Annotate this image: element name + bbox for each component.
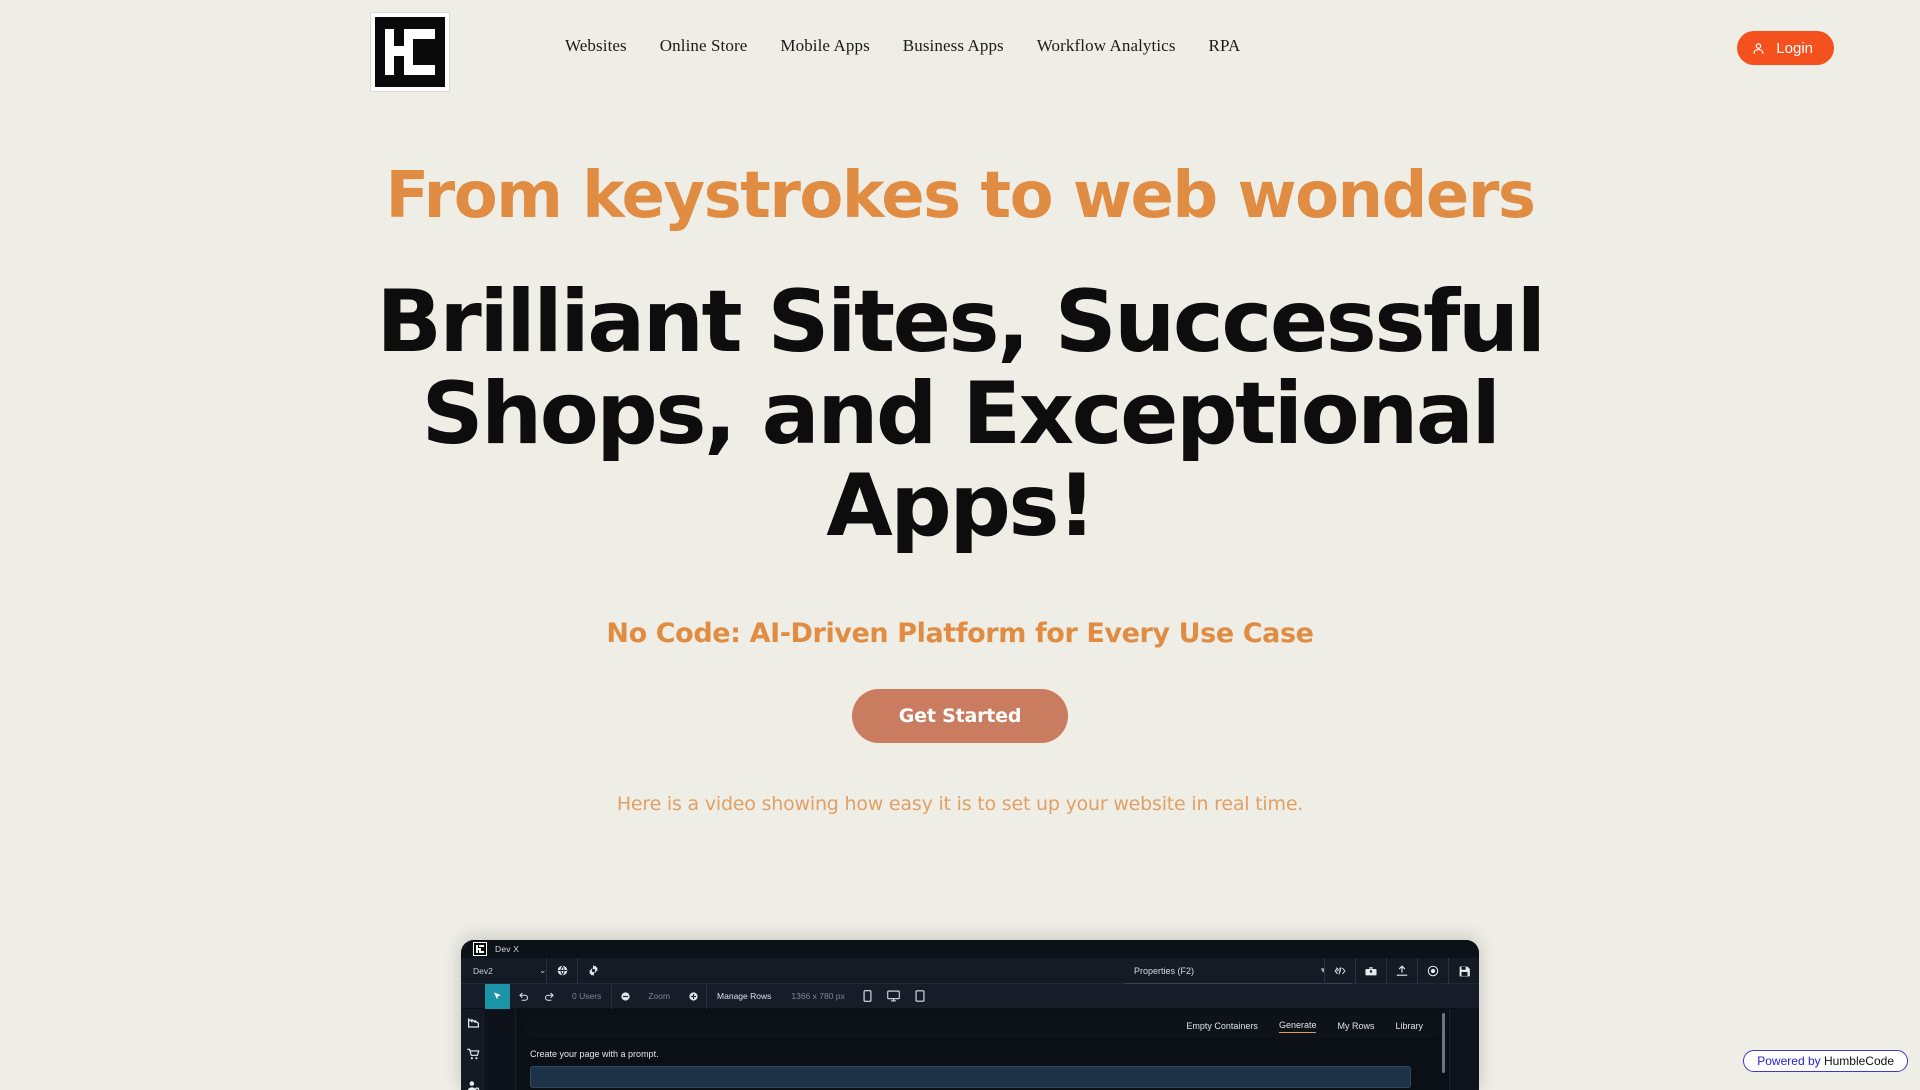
hero-eyebrow: From keystrokes to web wonders — [0, 164, 1920, 228]
hero-section: From keystrokes to web wonders Brilliant… — [0, 108, 1920, 815]
nav-item-websites[interactable]: Websites — [565, 36, 627, 56]
app-titlebar: Dev X — [461, 940, 1479, 958]
get-started-button[interactable]: Get Started — [852, 689, 1069, 743]
app-name-label: Dev X — [495, 944, 519, 954]
pointer-tool-button[interactable] — [485, 984, 510, 1009]
project-selector[interactable]: Dev2 ⌄ — [461, 965, 546, 976]
canvas-size-label: 1366 x 780 px — [781, 991, 854, 1001]
user-settings-icon[interactable] — [467, 1080, 480, 1090]
app-canvas: Empty Containers Generate My Rows Librar… — [516, 1009, 1449, 1090]
brand-logo[interactable] — [371, 13, 449, 91]
shopping-cart-icon[interactable] — [467, 1048, 480, 1066]
analytics-icon[interactable] — [467, 1016, 480, 1034]
toolbox-icon[interactable] — [1355, 958, 1386, 984]
undo-icon[interactable] — [510, 984, 536, 1009]
app-toolbar-row1: Dev2 ⌄ Properties (F2) ▾ ✕ — [461, 958, 1479, 984]
app-left-rail — [461, 1009, 486, 1090]
chevron-down-icon: ⌄ — [539, 965, 547, 976]
upload-icon[interactable] — [1386, 958, 1417, 984]
primary-navigation: Websites Online Store Mobile Apps Busine… — [565, 36, 1240, 56]
tab-my-rows[interactable]: My Rows — [1337, 1021, 1374, 1033]
zoom-label: Zoom — [638, 991, 680, 1001]
phone-icon[interactable] — [855, 984, 881, 1009]
globe-icon[interactable] — [547, 965, 577, 976]
app-tabs: Empty Containers Generate My Rows Librar… — [524, 1015, 1441, 1038]
canvas-scrollbar[interactable] — [1442, 1013, 1445, 1073]
properties-panel-header: Properties (F2) ▾ ✕ — [1124, 958, 1352, 984]
cta-container: Get Started — [0, 689, 1920, 743]
nav-item-mobile-apps[interactable]: Mobile Apps — [780, 36, 869, 56]
app-toolbar-row2: 0 Users Zoom Manage Rows 1366 x 780 px — [461, 984, 1479, 1009]
save-icon[interactable] — [1448, 958, 1479, 984]
manage-rows-button[interactable]: Manage Rows — [707, 991, 781, 1001]
nav-item-online-store[interactable]: Online Store — [660, 36, 748, 56]
code-icon[interactable] — [1324, 958, 1355, 984]
site-header: Websites Online Store Mobile Apps Busine… — [0, 0, 1920, 108]
desktop-icon[interactable] — [881, 984, 907, 1009]
nav-item-workflow-analytics[interactable]: Workflow Analytics — [1037, 36, 1176, 56]
app-logo-icon — [473, 942, 487, 956]
tab-library[interactable]: Library — [1395, 1021, 1423, 1033]
tab-empty-containers[interactable]: Empty Containers — [1186, 1021, 1258, 1033]
powered-by-prefix: Powered by — [1757, 1054, 1824, 1068]
app-right-pane — [1449, 1009, 1479, 1090]
preview-eye-icon[interactable] — [1417, 958, 1448, 984]
app-body: Empty Containers Generate My Rows Librar… — [461, 1009, 1479, 1090]
app-secondary-rail — [486, 1009, 516, 1090]
tab-generate[interactable]: Generate — [1279, 1020, 1317, 1033]
project-name-label: Dev2 — [473, 966, 493, 976]
login-button[interactable]: Login — [1737, 31, 1834, 65]
prompt-input[interactable] — [530, 1066, 1411, 1088]
page-title: Brilliant Sites, Successful Shops, and E… — [0, 276, 1920, 552]
redo-icon[interactable] — [536, 984, 562, 1009]
powered-by-badge[interactable]: Powered by HumbleCode — [1743, 1050, 1908, 1072]
app-action-icons — [1324, 958, 1479, 984]
zoom-in-icon[interactable] — [680, 984, 706, 1009]
powered-by-brand: HumbleCode — [1824, 1054, 1894, 1068]
nav-item-rpa[interactable]: RPA — [1209, 36, 1241, 56]
video-caption: Here is a video showing how easy it is t… — [0, 793, 1920, 815]
zoom-out-icon[interactable] — [612, 984, 638, 1009]
users-count-label: 0 Users — [562, 991, 611, 1001]
app-preview-video[interactable]: Dev X Dev2 ⌄ Properties (F2) ▾ ✕ — [461, 940, 1479, 1090]
user-icon — [1752, 42, 1765, 55]
tablet-icon[interactable] — [907, 984, 933, 1009]
login-label: Login — [1776, 40, 1813, 57]
prompt-instruction-label: Create your page with a prompt. — [530, 1049, 1441, 1059]
hero-subheadline: No Code: AI-Driven Platform for Every Us… — [0, 618, 1920, 649]
properties-panel-title: Properties (F2) — [1134, 966, 1194, 976]
hc-monogram-icon — [375, 17, 445, 87]
nav-item-business-apps[interactable]: Business Apps — [903, 36, 1004, 56]
gear-icon[interactable] — [578, 965, 608, 976]
